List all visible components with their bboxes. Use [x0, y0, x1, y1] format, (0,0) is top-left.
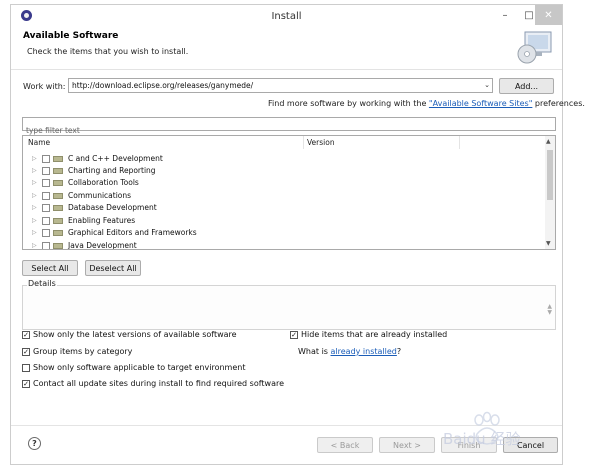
category-icon — [53, 230, 63, 236]
expand-arrow-icon[interactable]: ▷ — [32, 204, 37, 211]
what-is-suffix: ? — [396, 347, 402, 356]
category-icon — [53, 205, 63, 211]
checkbox-unchecked-icon[interactable] — [22, 363, 30, 372]
row-label: C and C++ Development — [68, 154, 163, 163]
row-checkbox[interactable] — [42, 192, 50, 200]
latest-versions-label: Show only the latest versions of availab… — [33, 330, 237, 339]
row-label: Charting and Reporting — [68, 166, 156, 175]
latest-versions-option[interactable]: ✓ Show only the latest versions of availa… — [22, 330, 237, 339]
checkbox-checked-icon[interactable]: ✓ — [22, 379, 30, 388]
expand-arrow-icon[interactable]: ▷ — [32, 229, 37, 236]
category-icon — [53, 180, 63, 186]
tree-header: Name Version — [23, 136, 555, 149]
row-label: Database Development — [68, 203, 157, 212]
window-title: Install — [271, 11, 302, 22]
tree-row[interactable]: ▷ Graphical Editors and Frameworks — [23, 227, 545, 239]
deselect-all-button[interactable]: Deselect All — [85, 260, 141, 276]
expand-arrow-icon[interactable]: ▷ — [32, 217, 37, 224]
tree-row[interactable]: ▷ Communications — [23, 190, 545, 202]
tree-row[interactable]: ▷ Charting and Reporting — [23, 165, 545, 177]
software-tree[interactable]: Name Version ▷ C and C++ Development ▷ C… — [22, 135, 556, 250]
hide-installed-label: Hide items that are already installed — [301, 330, 448, 339]
cancel-button[interactable]: Cancel — [503, 437, 558, 453]
install-dialog: Install – □ ✕ Available Software Check t… — [10, 4, 585, 465]
row-checkbox[interactable] — [42, 155, 50, 163]
group-by-category-label: Group items by category — [33, 347, 133, 356]
tree-row[interactable]: ▷ Java Development — [23, 240, 545, 250]
add-site-button[interactable]: Add... — [499, 78, 554, 94]
category-icon — [53, 218, 63, 224]
work-with-label: Work with: — [23, 82, 66, 91]
what-is-installed-hint: What is already installed? — [298, 347, 401, 356]
group-by-category-option[interactable]: ✓ Group items by category — [22, 347, 132, 356]
next-button[interactable]: Next > — [379, 437, 435, 453]
row-checkbox[interactable] — [42, 229, 50, 237]
category-icon — [53, 243, 63, 249]
tree-scrollbar[interactable]: ▲ ▼ — [545, 136, 555, 249]
expand-arrow-icon[interactable]: ▷ — [32, 192, 37, 199]
hide-installed-option[interactable]: ✓ Hide items that are already installed — [290, 330, 447, 339]
wizard-header: Available Software Check the items that … — [11, 27, 562, 70]
tree-row[interactable]: ▷ Enabling Features — [23, 215, 545, 227]
row-checkbox[interactable] — [42, 242, 50, 249]
help-icon[interactable]: ? — [28, 437, 41, 450]
checkbox-checked-icon[interactable]: ✓ — [22, 347, 30, 356]
category-icon — [53, 156, 63, 162]
row-label: Java Development — [68, 241, 137, 250]
sites-hint-suffix: preferences. — [532, 99, 585, 108]
column-name[interactable]: Name — [28, 138, 50, 147]
column-divider — [459, 136, 460, 149]
details-group: Details ▲ ▼ — [22, 279, 556, 330]
expand-arrow-icon[interactable]: ▷ — [32, 242, 37, 249]
row-label: Communications — [68, 191, 132, 200]
expand-arrow-icon[interactable]: ▷ — [32, 155, 37, 162]
row-label: Graphical Editors and Frameworks — [68, 228, 197, 237]
sites-hint: Find more software by working with the "… — [268, 99, 585, 108]
details-scroll-icon[interactable]: ▲ ▼ — [547, 304, 552, 316]
filter-field[interactable] — [22, 117, 556, 137]
expand-arrow-icon[interactable]: ▷ — [32, 167, 37, 174]
checkbox-checked-icon[interactable]: ✓ — [290, 330, 298, 339]
column-version[interactable]: Version — [307, 138, 335, 147]
back-button[interactable]: < Back — [317, 437, 373, 453]
contact-sites-label: Contact all update sites during install … — [33, 379, 285, 388]
page-description: Check the items that you wish to install… — [27, 47, 189, 56]
scrollbar-thumb[interactable] — [547, 150, 553, 200]
column-divider — [303, 136, 304, 149]
scroll-up-icon[interactable]: ▲ — [546, 138, 551, 145]
install-monitor-icon — [517, 31, 552, 64]
row-checkbox[interactable] — [42, 167, 50, 175]
details-label: Details — [27, 279, 57, 288]
tree-row[interactable]: ▷ Collaboration Tools — [23, 177, 545, 189]
row-checkbox[interactable] — [42, 217, 50, 225]
available-software-sites-link[interactable]: "Available Software Sites" — [429, 99, 532, 108]
contact-sites-option[interactable]: ✓ Contact all update sites during install… — [22, 379, 284, 388]
row-checkbox[interactable] — [42, 204, 50, 212]
expand-arrow-icon[interactable]: ▷ — [32, 179, 37, 186]
sites-hint-prefix: Find more software by working with the — [268, 99, 429, 108]
work-with-combo[interactable]: http://download.eclipse.org/releases/gan… — [68, 78, 493, 93]
checkbox-checked-icon[interactable]: ✓ — [22, 330, 30, 339]
finish-button[interactable]: Finish — [441, 437, 497, 453]
select-all-button[interactable]: Select All — [22, 260, 78, 276]
minimize-button[interactable]: – — [493, 5, 517, 25]
close-button[interactable]: ✕ — [535, 5, 562, 25]
tree-row[interactable]: ▷ Database Development — [23, 202, 545, 214]
scroll-down-icon[interactable]: ▼ — [546, 240, 551, 247]
category-icon — [53, 193, 63, 199]
title-bar: Install – □ ✕ — [11, 5, 562, 27]
chevron-down-icon[interactable]: ⌄ — [484, 81, 490, 89]
row-checkbox[interactable] — [42, 179, 50, 187]
target-env-option[interactable]: Show only software applicable to target … — [22, 363, 245, 372]
category-icon — [53, 168, 63, 174]
footer-divider — [11, 425, 562, 426]
row-label: Enabling Features — [68, 216, 136, 225]
row-label: Collaboration Tools — [68, 178, 139, 187]
target-env-label: Show only software applicable to target … — [33, 363, 246, 372]
page-title: Available Software — [23, 31, 119, 41]
already-installed-link[interactable]: already installed — [331, 347, 397, 356]
tree-row[interactable]: ▷ C and C++ Development — [23, 153, 545, 165]
what-is-prefix: What is — [298, 347, 331, 356]
work-with-value: http://download.eclipse.org/releases/gan… — [72, 81, 254, 90]
